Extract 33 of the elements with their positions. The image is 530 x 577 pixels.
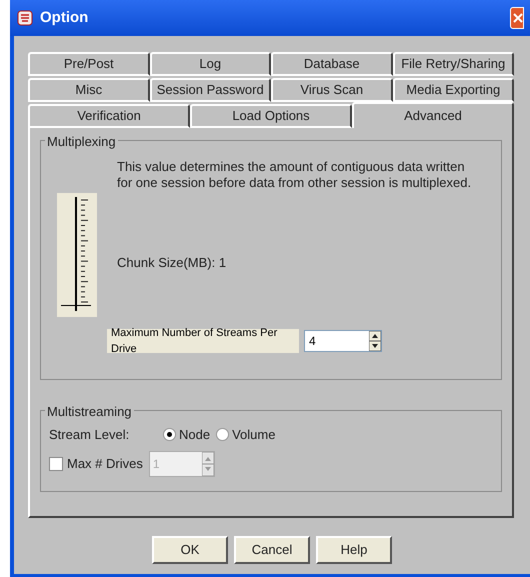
close-icon [513,13,523,23]
dialog-button[interactable]: Cancel [234,536,310,564]
chunk-size-label: Chunk Size(MB): 1 [117,254,228,272]
spin-arrows-icon [369,331,381,351]
close-button[interactable] [510,7,524,29]
dialog-button[interactable]: Help [316,536,392,564]
dialog-button[interactable]: OK [152,536,228,564]
tab[interactable]: Database [271,52,392,76]
tab[interactable]: File Retry/Sharing [392,52,514,76]
tab[interactable]: Advanced [352,102,514,128]
stream-level-label: Stream Level: [49,426,130,444]
description-text: This value determines the amount of contiguous data written for one session before data from other session is multiplexed. [117,159,472,191]
window-title: Option [40,8,88,28]
tab[interactable]: Media Exporting [392,78,514,102]
app-icon [16,9,34,27]
spinner-value: 4 [308,333,317,350]
tab[interactable]: Misc [28,78,150,102]
tab[interactable]: Verification [28,104,190,128]
spin-arrows-icon [202,452,214,476]
max-drives-label: Max # Drives [67,454,143,473]
radio-option[interactable]: Volume [216,425,276,444]
tab[interactable]: Log [150,52,271,76]
streams-spinner[interactable]: 4 [304,330,382,352]
radio-button[interactable] [216,428,230,442]
streams-label: Maximum Number of Streams Per Drive [107,329,299,353]
spinner-value: 1 [152,456,161,472]
radio-button[interactable] [163,428,176,442]
tab[interactable]: Load Options [190,104,352,128]
tab[interactable]: Virus Scan [271,78,392,102]
radio-option[interactable]: Node [163,425,210,444]
tab[interactable]: Pre/Post [28,52,150,76]
tab[interactable]: Session Password [150,78,271,102]
slider[interactable] [57,193,97,317]
